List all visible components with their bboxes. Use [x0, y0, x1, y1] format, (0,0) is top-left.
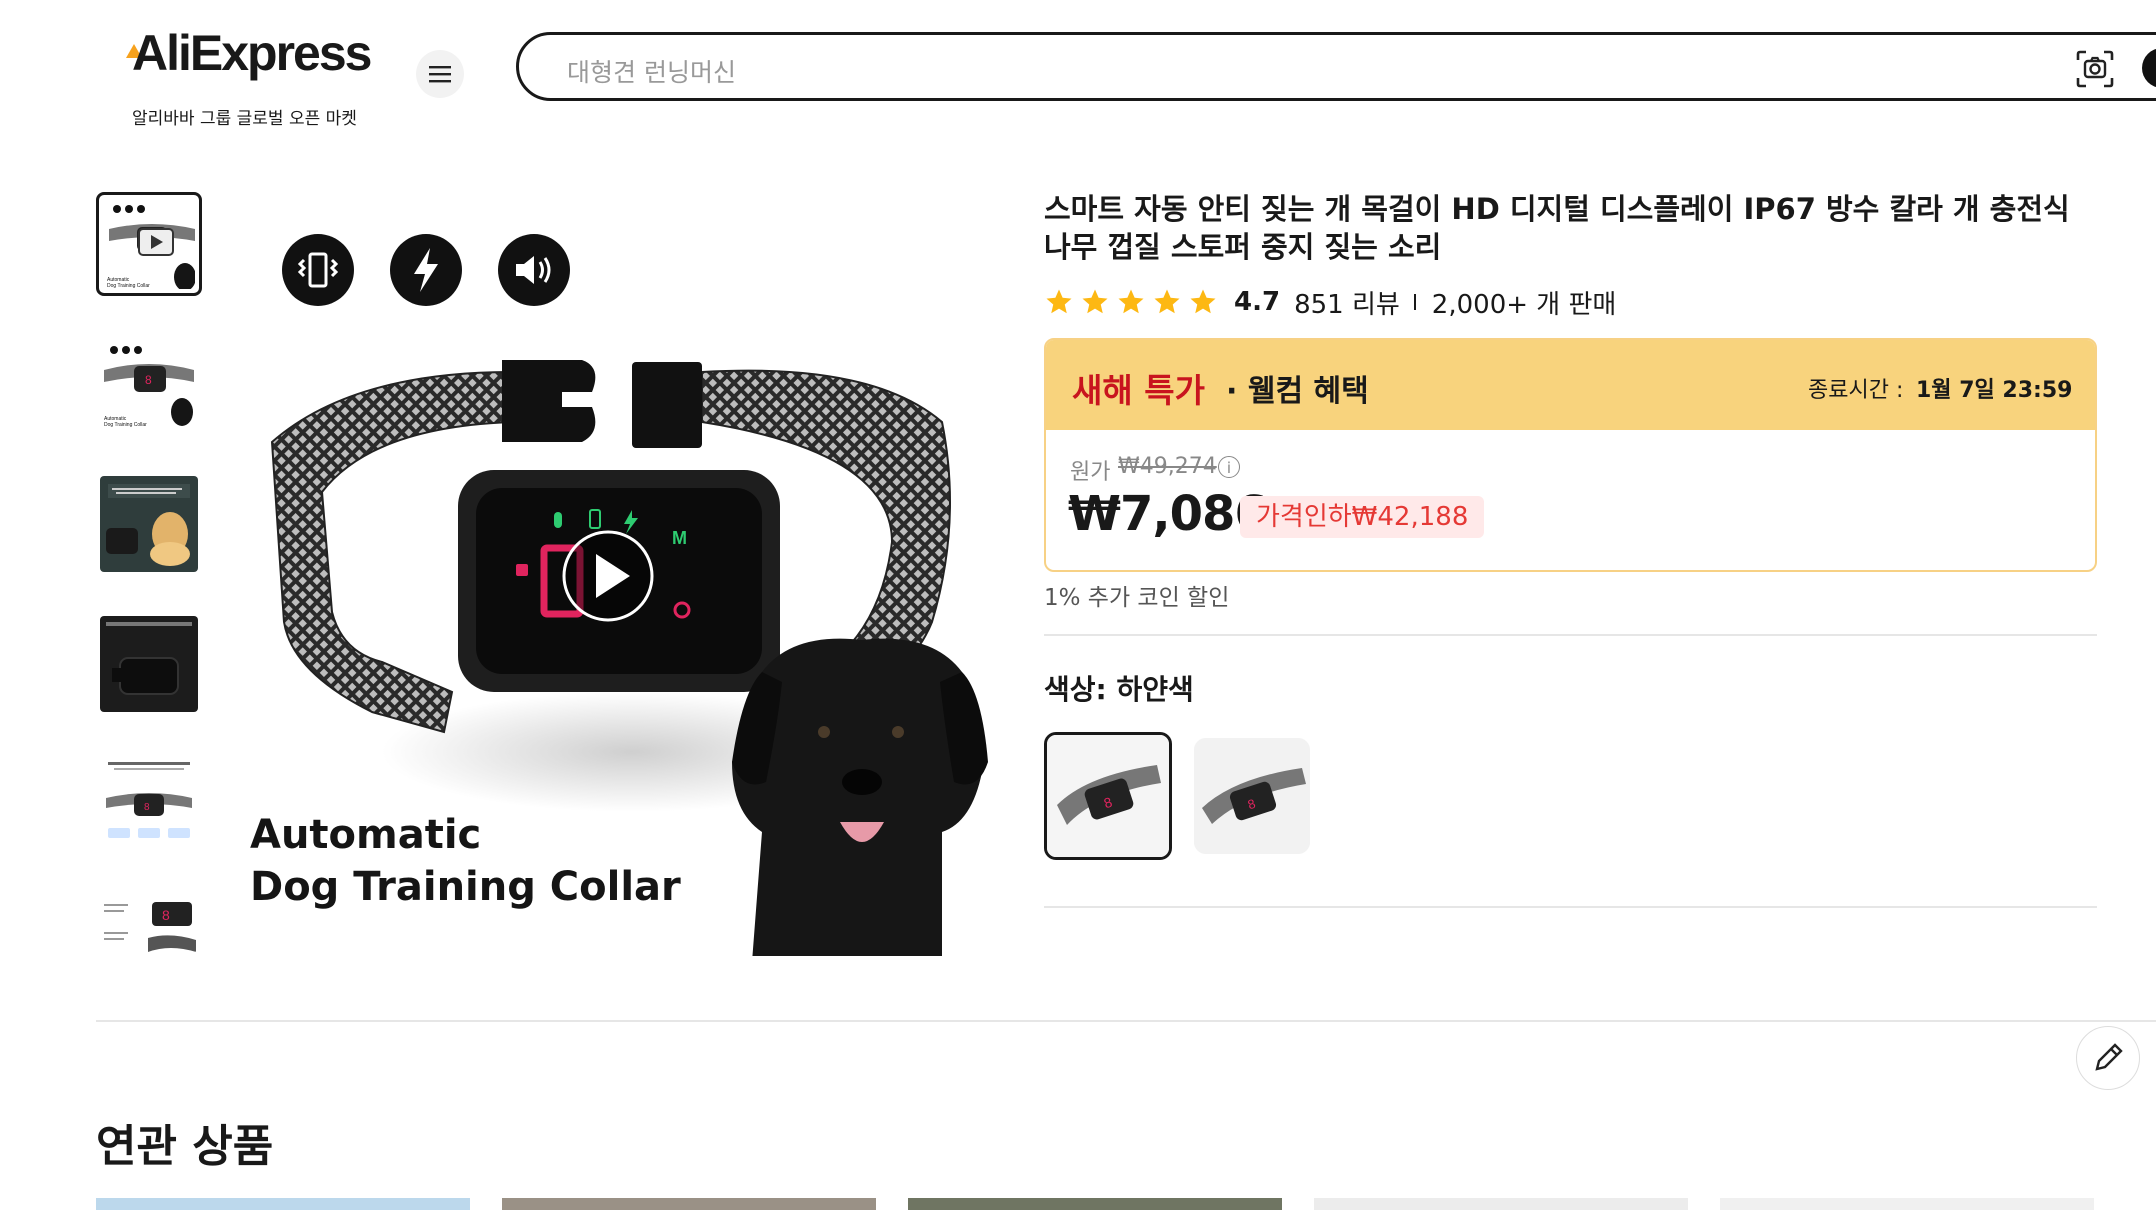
svg-text:8: 8 — [162, 907, 170, 923]
camera-search-icon[interactable] — [2075, 49, 2115, 89]
original-price: ₩49,274 — [1118, 454, 1217, 479]
thumbnail-1[interactable]: Automatic Dog Training Collar — [96, 192, 202, 296]
original-price-label: 원가 — [1070, 460, 1111, 485]
menu-button[interactable] — [416, 50, 464, 98]
rating-value: 4.7 — [1234, 287, 1281, 317]
star-icon — [1118, 289, 1144, 314]
logo-subtitle: 알리바바 그룹 글로벌 오픈 마켓 — [132, 109, 357, 129]
current-price: ₩7,086 — [1068, 486, 1268, 542]
section-divider — [96, 1020, 2156, 1022]
main-product-image[interactable]: M Automatic Dog Training Collar — [232, 192, 996, 956]
separator — [1413, 294, 1416, 310]
sold-count: 2,000+ 개 판매 — [1431, 289, 1617, 320]
related-card[interactable] — [1720, 1198, 2094, 1210]
search-input[interactable]: 대형견 런닝머신 — [567, 53, 736, 89]
color-label: 색상: 하얀색 — [1044, 673, 1194, 706]
related-card[interactable] — [96, 1198, 470, 1210]
svg-text:Dog Training Collar: Dog Training Collar — [104, 422, 147, 428]
search-bar[interactable]: 대형견 런닝머신 — [516, 32, 2156, 101]
end-time: 1월 7일 23:59 — [1916, 378, 2073, 403]
review-count[interactable]: 851 리뷰 — [1294, 284, 1400, 321]
star-icons — [1044, 287, 1224, 317]
pencil-icon — [2095, 1043, 2123, 1071]
product-title: 스마트 자동 안티 짖는 개 목걸이 HD 디지털 디스플레이 IP67 방수 … — [1044, 192, 2070, 264]
end-time-label: 종료시간 : — [1808, 378, 1904, 403]
svg-text:8: 8 — [144, 802, 150, 813]
color-variant-2[interactable]: 8 — [1194, 738, 1310, 854]
related-card[interactable] — [502, 1198, 876, 1210]
coin-discount: 1% 추가 코인 할인 — [1044, 585, 1230, 611]
info-icon[interactable]: i — [1218, 456, 1240, 478]
promo-subtitle: · 웰컴 혜택 — [1226, 374, 1369, 409]
hamburger-icon — [429, 66, 451, 83]
star-icon — [1154, 289, 1180, 314]
rating-row: 4.7 851 리뷰 2,000+ 개 판매 — [1044, 284, 1616, 320]
related-card[interactable] — [1314, 1198, 1688, 1210]
logo-text: AliExpress — [132, 25, 372, 81]
discount-badge: 가격인하₩42,188 — [1240, 496, 1485, 538]
star-icon — [1046, 289, 1072, 314]
promo-title: 새해 특가 — [1072, 371, 1205, 410]
divider — [1044, 634, 2097, 636]
star-icon — [1082, 289, 1108, 314]
main-image-caption-2: Dog Training Collar — [250, 864, 681, 910]
thumbnail-6[interactable]: 8 — [96, 892, 202, 956]
related-products-title: 연관 상품 — [96, 1121, 274, 1172]
aliexpress-logo[interactable]: AliExpress 알리바바 그룹 글로벌 오픈 마켓 — [126, 24, 382, 129]
price-box: 새해 특가 · 웰컴 혜택 종료시간 : 1월 7일 23:59 원가 ₩49,… — [1044, 338, 2097, 572]
promo-banner: 새해 특가 · 웰컴 혜택 종료시간 : 1월 7일 23:59 — [1046, 340, 2095, 430]
thumbnail-5[interactable]: 8 — [96, 752, 202, 856]
thumbnail-3[interactable] — [96, 472, 202, 576]
main-image-caption-1: Automatic — [250, 812, 482, 858]
star-icon — [1190, 289, 1216, 314]
svg-text:8: 8 — [145, 373, 152, 387]
color-variant-white[interactable]: 8 — [1044, 732, 1172, 860]
related-card[interactable] — [908, 1198, 1282, 1210]
thumbnail-2[interactable]: 8 Automatic Dog Training Collar — [96, 332, 202, 436]
dog-image — [732, 638, 988, 956]
thumbnail-4[interactable] — [96, 612, 202, 716]
divider — [1044, 906, 2097, 908]
svg-text:Dog Training Collar: Dog Training Collar — [107, 283, 150, 289]
svg-text:M: M — [672, 528, 687, 548]
edit-button[interactable] — [2076, 1026, 2140, 1090]
